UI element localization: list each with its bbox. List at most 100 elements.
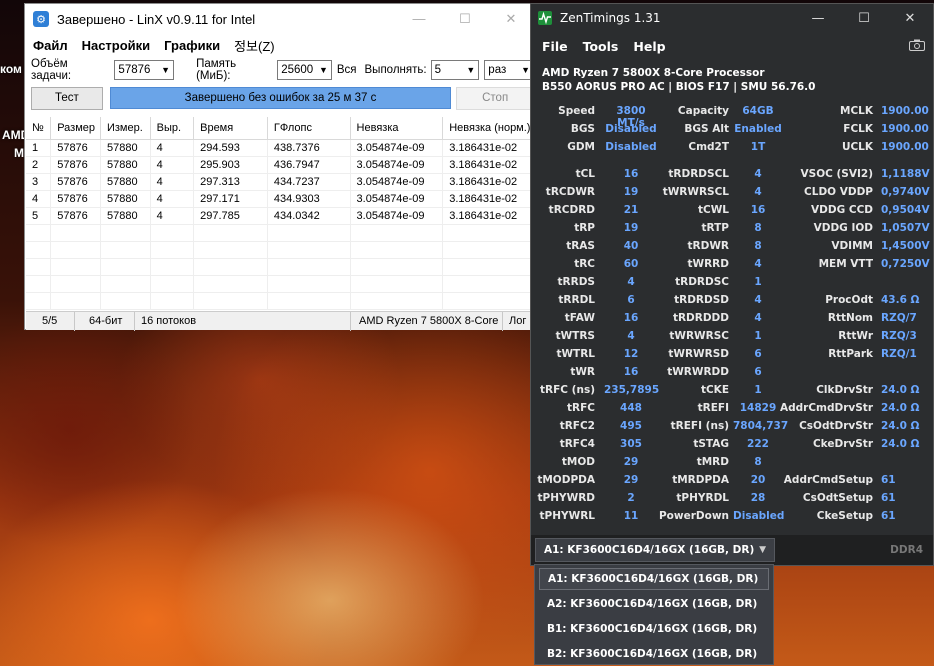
- close-button[interactable]: ✕: [488, 11, 534, 27]
- module-option[interactable]: B2: KF3600C16D4/16GX (16GB, DR): [539, 643, 769, 665]
- menu-tools[interactable]: Tools: [583, 39, 619, 54]
- column-header[interactable]: Выр.: [150, 117, 195, 140]
- timing-row: tWR 16 tWRWRDD 6: [531, 366, 933, 384]
- menu-help[interactable]: Help: [633, 39, 665, 54]
- zen-titlebar[interactable]: ZenTimings 1.31 — ☐ ✕: [531, 4, 933, 32]
- timing-value: 4: [754, 312, 762, 324]
- column-header[interactable]: ГФлопс: [267, 117, 351, 140]
- column-header[interactable]: Невязка: [350, 117, 444, 140]
- test-button[interactable]: Тест: [31, 86, 103, 110]
- run-count-combo[interactable]: 5 ▼: [430, 60, 480, 80]
- timing-value: Enabled: [734, 123, 782, 135]
- timing-label: tWRWRSD: [668, 348, 729, 360]
- timing-value: 0,7250V: [881, 258, 930, 270]
- status-log: Лог: [509, 314, 527, 327]
- table-cell: 3.054874e-09: [350, 173, 444, 191]
- timing-value: 1900.00: [881, 123, 929, 135]
- menu-file[interactable]: Файл: [33, 38, 68, 53]
- maximize-button[interactable]: ☐: [841, 11, 887, 26]
- timing-value: 4: [754, 186, 762, 198]
- all-memory-label[interactable]: Вся: [337, 64, 357, 76]
- timing-value: 20: [750, 474, 766, 486]
- timing-label: VSOC (SVI2): [800, 168, 873, 180]
- stop-button[interactable]: Стоп: [456, 86, 534, 110]
- menu-bar: File Tools Help: [531, 32, 933, 60]
- minimize-button[interactable]: —: [795, 11, 841, 26]
- camera-icon[interactable]: [909, 39, 925, 54]
- problem-size-combo[interactable]: 57876 ▼: [114, 60, 175, 80]
- table-row[interactable]: 4 57876 57880 4 297.171 434.9303 3.054874e-09 3…: [26, 190, 534, 208]
- timing-value: 11: [623, 510, 639, 522]
- module-option[interactable]: A2: KF3600C16D4/16GX (16GB, DR): [539, 593, 769, 615]
- table-row[interactable]: 3 57876 57880 4 297.313 434.7237 3.054874e-09 3…: [26, 173, 534, 191]
- linx-titlebar[interactable]: ⚙ Завершено - LinX v0.9.11 for Intel — ☐…: [25, 4, 534, 34]
- table-cell: 295.903: [193, 156, 268, 174]
- run-count-value: 5: [434, 64, 441, 76]
- table-cell: 434.0342: [267, 207, 351, 225]
- timing-value: 43.6 Ω: [881, 294, 920, 306]
- timing-value: 24.0 Ω: [881, 438, 920, 450]
- timing-value: 7804,737: [733, 420, 789, 432]
- timing-value: 61: [881, 510, 896, 522]
- column-header[interactable]: Размер: [50, 117, 101, 140]
- timing-label: tRCDWR: [545, 186, 595, 198]
- table-cell: 57880: [100, 139, 151, 157]
- table-row[interactable]: 1 57876 57880 4 294.593 438.7376 3.054874e-09 3…: [26, 139, 534, 157]
- progress-bar: Завершено без ошибок за 25 м 37 с: [109, 87, 452, 109]
- timing-value: 19: [623, 222, 639, 234]
- menu-info[interactable]: 정보(Z): [234, 36, 275, 55]
- table-row: [26, 275, 534, 293]
- memory-type-label: DDR4: [890, 544, 923, 556]
- column-header[interactable]: Невязка (норм.): [442, 117, 534, 140]
- timing-value: 0,9504V: [881, 204, 930, 216]
- timing-label: MCLK: [840, 105, 873, 117]
- timing-value: 24.0 Ω: [881, 384, 920, 396]
- table-cell: 3.186431e-02: [442, 207, 534, 225]
- timing-row: tWTRL 12 tWRWRSD 6 RttPark RZQ/1: [531, 348, 933, 366]
- desktop-icon-label[interactable]: M: [14, 146, 24, 160]
- timing-value: 222: [747, 438, 769, 450]
- timing-label: tRDRDSCL: [668, 168, 729, 180]
- timing-value: 1,0507V: [881, 222, 930, 234]
- column-header[interactable]: №: [26, 117, 52, 140]
- module-select[interactable]: A1: KF3600C16D4/16GX (16GB, DR) ▼: [535, 538, 775, 562]
- status-threads: 16 потоков: [135, 311, 351, 331]
- timing-row: tRRDS 4 tRDRDSC 1: [531, 276, 933, 294]
- status-cpu: AMD Ryzen 7 5800X 8-Core: [351, 311, 503, 331]
- menu-file[interactable]: File: [542, 39, 568, 54]
- problem-size-value: 57876: [118, 64, 151, 76]
- desktop-icon-label[interactable]: ком: [0, 62, 22, 76]
- timing-label: BGS Alt: [684, 123, 729, 135]
- table-row: [26, 258, 534, 276]
- table-cell: 3.186431e-02: [442, 173, 534, 191]
- menu-graphs[interactable]: Графики: [164, 38, 220, 53]
- module-option[interactable]: B1: KF3600C16D4/16GX (16GB, DR): [539, 618, 769, 640]
- table-cell: 3.186431e-02: [442, 139, 534, 157]
- memory-combo[interactable]: 25600 ▼: [277, 60, 332, 80]
- timing-row: tRFC (ns) 235,7895 tCKE 1 ClkDrvStr 24.0 Ω: [531, 384, 933, 402]
- maximize-button[interactable]: ☐: [442, 11, 488, 27]
- timing-label: tMRDPDA: [672, 474, 729, 486]
- timing-value: 16: [750, 204, 766, 216]
- close-button[interactable]: ✕: [887, 11, 933, 26]
- timing-value: 24.0 Ω: [881, 420, 920, 432]
- zen-footer: A1: KF3600C16D4/16GX (16GB, DR) ▼ DDR4: [531, 535, 933, 565]
- table-row[interactable]: 2 57876 57880 4 295.903 436.7947 3.054874e-09 3…: [26, 156, 534, 174]
- timing-value: 1,4500V: [881, 240, 930, 252]
- chevron-down-icon: ▼: [318, 65, 328, 75]
- table-row[interactable]: 5 57876 57880 4 297.785 434.0342 3.054874e-09 3…: [26, 207, 534, 225]
- timing-label: tPHYRDL: [676, 492, 729, 504]
- timing-row: tPHYWRD 2 tPHYRDL 28 CsOdtSetup 61: [531, 492, 933, 510]
- timing-label: tFAW: [564, 312, 595, 324]
- timing-value: 448: [620, 402, 642, 414]
- column-header[interactable]: Время: [193, 117, 268, 140]
- column-header[interactable]: Измер.: [100, 117, 151, 140]
- timing-value: Disabled: [605, 123, 657, 135]
- module-option[interactable]: A1: KF3600C16D4/16GX (16GB, DR): [539, 568, 769, 590]
- timing-label: RttWr: [838, 330, 873, 342]
- run-unit-combo[interactable]: раз ▼: [484, 60, 534, 80]
- table-cell: 3.186431e-02: [442, 156, 534, 174]
- minimize-button[interactable]: —: [396, 11, 442, 27]
- menu-settings[interactable]: Настройки: [82, 38, 151, 53]
- timing-value: 24.0 Ω: [881, 402, 920, 414]
